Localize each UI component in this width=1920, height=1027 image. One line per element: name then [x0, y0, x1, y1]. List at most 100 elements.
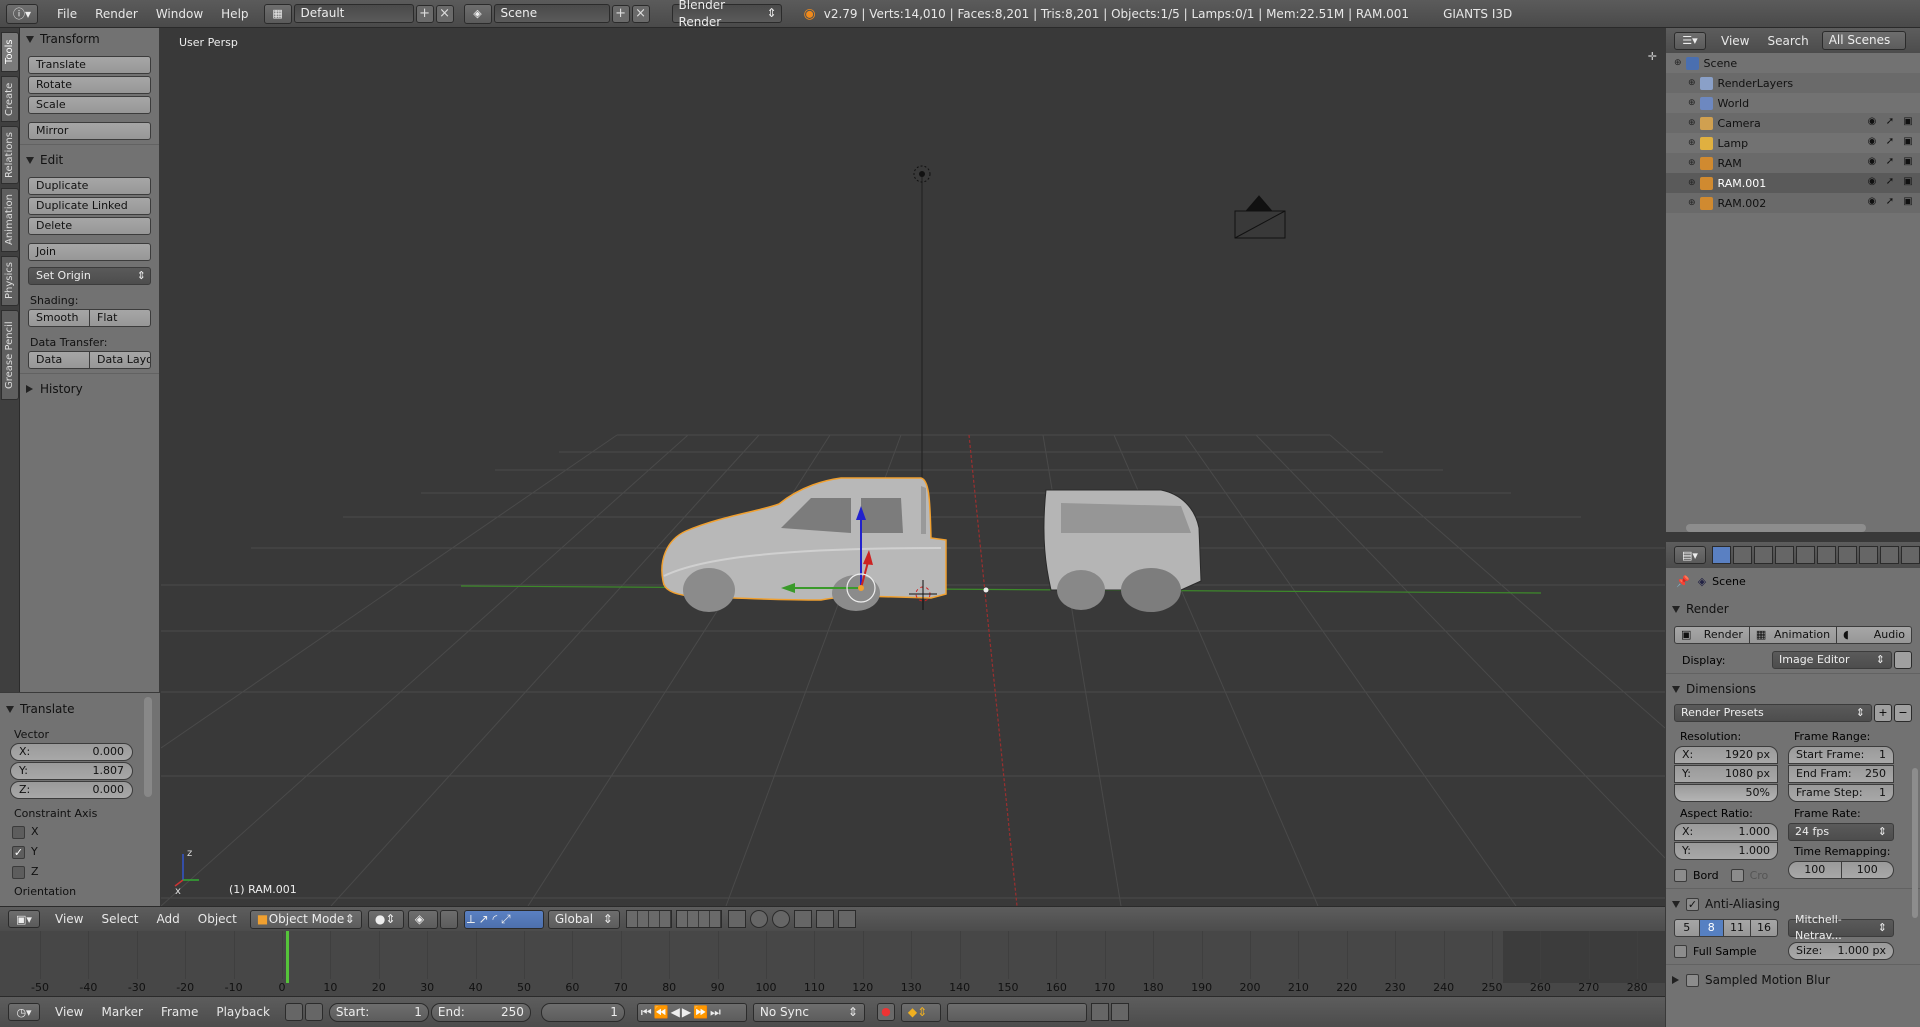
- menu-render[interactable]: Render: [86, 0, 147, 28]
- start-frame-property[interactable]: Start Frame: 1: [1788, 746, 1894, 764]
- cursor-icon[interactable]: ➚: [1884, 196, 1896, 208]
- aa-sample-8[interactable]: 8: [1699, 919, 1724, 937]
- resolution-y-field[interactable]: Y: 1080 px: [1674, 765, 1778, 783]
- opengl-render-icon[interactable]: [815, 910, 834, 928]
- record-icon[interactable]: ●: [876, 1003, 895, 1021]
- render-presets-select[interactable]: Render Presets ⇕: [1674, 704, 1872, 722]
- constraint-x-checkbox[interactable]: X: [0, 822, 160, 842]
- eye-icon[interactable]: ◉: [1866, 136, 1878, 148]
- sync-mode-select[interactable]: No Sync ⇕: [752, 1002, 865, 1022]
- translate-button[interactable]: Translate: [28, 56, 151, 74]
- proportional-edit-icon[interactable]: [749, 910, 768, 928]
- menu-window[interactable]: Window: [147, 0, 212, 28]
- expand-toggle-icon[interactable]: ⊕: [1688, 138, 1696, 148]
- eye-icon[interactable]: ◉: [1866, 176, 1878, 188]
- menu-marker[interactable]: Marker: [92, 1005, 151, 1019]
- aa-sample-5[interactable]: 5: [1674, 919, 1700, 937]
- render-layers-tab-icon[interactable]: [1733, 546, 1752, 564]
- resolution-x-field[interactable]: X: 1920 px: [1674, 746, 1778, 764]
- snap-element-icon[interactable]: [793, 910, 812, 928]
- camera-render-icon[interactable]: ▣: [1902, 176, 1914, 188]
- expand-toggle-icon[interactable]: ⊕: [1674, 58, 1682, 68]
- camera-render-icon[interactable]: ▣: [1902, 136, 1914, 148]
- remove-scene-button[interactable]: ×: [631, 4, 650, 23]
- truck-cab-object[interactable]: [661, 477, 947, 612]
- history-panel-header[interactable]: History: [20, 378, 159, 400]
- menu-playback[interactable]: Playback: [207, 1005, 279, 1019]
- cursor-icon[interactable]: ➚: [1884, 116, 1896, 128]
- world-tab-icon[interactable]: [1775, 546, 1794, 564]
- outliner-scrollbar[interactable]: [1686, 524, 1866, 532]
- render-panel-header[interactable]: Render: [1666, 598, 1920, 620]
- duplicate-button[interactable]: Duplicate: [28, 177, 151, 195]
- expand-toggle-icon[interactable]: ⊕: [1688, 98, 1696, 108]
- smooth-button[interactable]: Smooth: [28, 309, 90, 327]
- data-button[interactable]: Data: [28, 351, 90, 369]
- vector-x-field[interactable]: X: 0.000: [10, 743, 133, 761]
- cursor-icon[interactable]: ➚: [1884, 136, 1896, 148]
- snap-toggle-icon[interactable]: [771, 910, 790, 928]
- start-frame-field[interactable]: Start: 1: [328, 1002, 429, 1022]
- eye-icon[interactable]: ◉: [1866, 116, 1878, 128]
- outliner-item[interactable]: ⊕ Scene: [1666, 53, 1920, 73]
- tab-physics[interactable]: Physics: [1, 256, 19, 306]
- editor-type-timeline-icon[interactable]: ◷▾: [8, 1003, 40, 1021]
- mirror-button[interactable]: Mirror: [28, 122, 151, 140]
- remap-new-field[interactable]: 100: [1841, 861, 1894, 879]
- remove-preset-icon[interactable]: −: [1894, 704, 1912, 722]
- viewport-shading-select[interactable]: ●⇕: [367, 909, 404, 929]
- add-preset-icon[interactable]: +: [1874, 704, 1892, 722]
- mode-select[interactable]: ■ Object Mode ⇕: [249, 909, 362, 929]
- render-animation-icon[interactable]: [837, 910, 856, 928]
- layer-buttons-2[interactable]: [675, 910, 722, 928]
- vector-z-field[interactable]: Z: 0.000: [10, 781, 133, 799]
- tab-tools[interactable]: Tools: [1, 32, 19, 72]
- aspect-x-field[interactable]: X: 1.000: [1674, 823, 1778, 841]
- property-context-tabs[interactable]: [1712, 546, 1920, 564]
- scale-button[interactable]: Scale: [28, 96, 151, 114]
- aa-size-field[interactable]: Size: 1.000 px: [1788, 942, 1894, 960]
- aa-sample-16[interactable]: 16: [1751, 919, 1778, 937]
- data-tab-icon[interactable]: [1859, 546, 1878, 564]
- constraint-y-checkbox[interactable]: ✓ Y: [0, 842, 160, 862]
- aa-enable-checkbox[interactable]: ✓: [1686, 897, 1699, 911]
- expand-toggle-icon[interactable]: ⊕: [1688, 178, 1696, 188]
- expand-toggle-icon[interactable]: ⊕: [1688, 198, 1696, 208]
- cursor-icon[interactable]: ➚: [1884, 156, 1896, 168]
- keying-set-select[interactable]: ◆⇕: [900, 1002, 941, 1022]
- playhead-cursor[interactable]: [286, 931, 289, 983]
- manipulator-types[interactable]: ⟂ ↗ ◜ ⤢: [463, 909, 544, 929]
- dimensions-panel-header[interactable]: Dimensions: [1666, 678, 1920, 700]
- frame-step-property[interactable]: Frame Step: 1: [1788, 784, 1894, 802]
- 3d-viewport[interactable]: z x User Persp (1) RAM.001 ✛: [161, 28, 1665, 906]
- camera-render-icon[interactable]: ▣: [1902, 196, 1914, 208]
- anti-aliasing-panel-header[interactable]: ✓ Anti-Aliasing: [1666, 893, 1920, 915]
- outliner-item[interactable]: ⊕ RenderLayers: [1666, 73, 1920, 93]
- object-tab-icon[interactable]: [1796, 546, 1815, 564]
- layer-buttons-1[interactable]: [625, 910, 672, 928]
- expand-toggle-icon[interactable]: ⊕: [1688, 118, 1696, 128]
- rotate-button[interactable]: Rotate: [28, 76, 151, 94]
- vector-y-field[interactable]: Y: 1.807: [10, 762, 133, 780]
- end-frame-field[interactable]: End: 250: [430, 1002, 531, 1022]
- constraint-z-checkbox[interactable]: Z: [0, 862, 160, 882]
- outliner-item[interactable]: ⊕ World: [1666, 93, 1920, 113]
- menu-file[interactable]: File: [48, 0, 86, 28]
- edit-panel-header[interactable]: Edit: [20, 149, 159, 171]
- outliner-item[interactable]: ⊕ Lamp ◉ ➚ ▣: [1666, 133, 1920, 153]
- menu-view[interactable]: View: [1712, 34, 1758, 48]
- preview-range-icon[interactable]: [284, 1003, 303, 1021]
- aspect-y-field[interactable]: Y: 1.000: [1674, 842, 1778, 860]
- border-checkbox[interactable]: [1674, 868, 1687, 882]
- transform-panel-header[interactable]: Transform: [20, 28, 159, 50]
- properties-toggle-plus-icon[interactable]: ✛: [1648, 50, 1657, 63]
- playback-controls[interactable]: ⏮⏪◀▶⏩⏭: [636, 1002, 747, 1022]
- lock-interface-icon[interactable]: [1894, 651, 1912, 669]
- translate-operator-header[interactable]: Translate: [0, 698, 160, 720]
- pivot-point-select[interactable]: ◈: [407, 909, 438, 929]
- truck-bed-object[interactable]: [1043, 489, 1202, 612]
- manipulator-toggle[interactable]: [439, 909, 458, 929]
- add-layout-button[interactable]: +: [415, 4, 434, 23]
- outliner-item[interactable]: ⊕ RAM.001 ◉ ➚ ▣: [1666, 173, 1920, 193]
- tab-relations[interactable]: Relations: [1, 126, 19, 184]
